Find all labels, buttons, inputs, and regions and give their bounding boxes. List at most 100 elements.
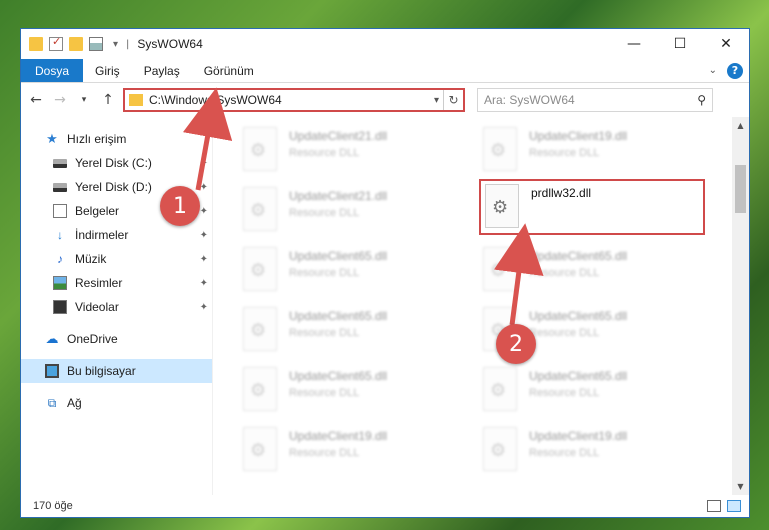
recent-locations-icon[interactable]: ▾ <box>75 95 93 105</box>
content-area: ★ Hızlı erişim Yerel Disk (C:) ✦ Yerel D… <box>21 117 749 495</box>
file-type: Resource DLL <box>289 267 360 279</box>
sidebar-item-downloads[interactable]: ↓ İndirmeler ✦ <box>21 223 212 247</box>
drive-icon <box>53 182 67 192</box>
window-title: SysWOW64 <box>137 37 203 51</box>
file-item-prdllw32[interactable]: prdllw32.dll <box>479 179 705 235</box>
scroll-thumb[interactable] <box>735 165 746 213</box>
tab-home[interactable]: Giriş <box>83 59 132 82</box>
dll-file-icon <box>483 427 517 471</box>
minimize-button[interactable]: — <box>611 29 657 59</box>
dll-file-icon <box>485 184 519 228</box>
sidebar-item-label: Hızlı erişim <box>67 132 127 146</box>
dll-file-icon <box>243 307 277 351</box>
sidebar-item-label: Bu bilgisayar <box>67 364 136 378</box>
sidebar-item-this-pc[interactable]: Bu bilgisayar <box>21 359 212 383</box>
network-icon: ⧉ <box>47 396 57 410</box>
folder-icon <box>129 94 143 106</box>
callout-step-2: 2 <box>496 324 536 364</box>
help-icon[interactable]: ? <box>727 62 743 79</box>
sidebar-item-label: Müzik <box>75 252 107 266</box>
file-item[interactable]: UpdateClient65.dll Resource DLL <box>483 367 703 417</box>
file-name: UpdateClient65.dll <box>289 309 388 323</box>
file-name: UpdateClient65.dll <box>529 369 628 383</box>
dll-file-icon <box>483 367 517 411</box>
maximize-button[interactable]: ☐ <box>657 29 703 59</box>
file-type: Resource DLL <box>529 447 600 459</box>
pin-icon: ✦ <box>199 253 208 265</box>
new-folder-icon[interactable] <box>69 37 83 51</box>
sidebar-item-local-disk-c[interactable]: Yerel Disk (C:) ✦ <box>21 151 212 175</box>
file-item[interactable]: UpdateClient21.dll Resource DLL <box>243 127 463 177</box>
sidebar-item-label: Videolar <box>75 300 119 314</box>
file-item[interactable]: UpdateClient65.dll Resource DLL <box>243 247 463 297</box>
file-name: prdllw32.dll <box>531 186 592 200</box>
file-item[interactable]: UpdateClient65.dll Resource DLL <box>483 247 703 297</box>
scroll-down-icon[interactable]: ▼ <box>732 478 749 495</box>
chevron-down-icon[interactable]: ▾ <box>430 95 443 106</box>
sidebar-item-music[interactable]: ♪ Müzik ✦ <box>21 247 212 271</box>
tab-file[interactable]: Dosya <box>21 59 84 82</box>
file-type: Resource DLL <box>529 147 600 159</box>
search-placeholder[interactable]: Ara: SysWOW64 <box>484 93 575 107</box>
details-view-icon[interactable] <box>707 500 721 512</box>
file-name: UpdateClient19.dll <box>529 129 628 143</box>
view-buttons <box>707 500 741 512</box>
sidebar-item-pictures[interactable]: Resimler ✦ <box>21 271 212 295</box>
pin-icon: ✦ <box>199 181 208 193</box>
file-item[interactable]: UpdateClient65.dll Resource DLL <box>243 307 463 357</box>
sidebar-item-videos[interactable]: Videolar ✦ <box>21 295 212 319</box>
vertical-scrollbar[interactable]: ▲ ▼ <box>732 117 749 495</box>
up-arrow-icon[interactable]: ↑ <box>99 92 117 108</box>
forward-arrow-icon[interactable]: → <box>51 92 69 108</box>
file-item[interactable]: UpdateClient19.dll Resource DLL <box>483 427 703 477</box>
tab-view[interactable]: Görünüm <box>192 59 266 82</box>
item-count: 170 öğe <box>33 500 73 512</box>
address-path[interactable]: C:\Windows\SysWOW64 <box>149 93 282 107</box>
scroll-up-icon[interactable]: ▲ <box>732 117 749 134</box>
file-type: Resource DLL <box>529 327 600 339</box>
sidebar-item-label: OneDrive <box>67 332 118 346</box>
sidebar-item-network[interactable]: ⧉ Ağ <box>21 391 212 415</box>
sidebar-item-onedrive[interactable]: ☁ OneDrive <box>21 327 212 351</box>
downloads-icon: ↓ <box>57 228 63 242</box>
folder-icon[interactable] <box>29 37 43 51</box>
file-item[interactable]: UpdateClient65.dll Resource DLL <box>243 367 463 417</box>
properties-check-icon[interactable] <box>49 35 63 51</box>
dll-file-icon <box>483 247 517 291</box>
dll-file-icon <box>243 127 277 171</box>
sidebar-item-label: Yerel Disk (C:) <box>75 156 152 170</box>
file-type: Resource DLL <box>289 207 360 219</box>
dll-file-icon <box>243 187 277 231</box>
file-name: UpdateClient21.dll <box>289 129 388 143</box>
music-icon: ♪ <box>57 252 63 266</box>
computer-icon <box>45 364 59 378</box>
expand-ribbon-icon[interactable]: ⌄ <box>709 65 717 76</box>
file-item[interactable]: UpdateClient21.dll Resource DLL <box>243 187 463 237</box>
close-button[interactable]: ✕ <box>703 29 749 59</box>
search-input[interactable]: Ara: SysWOW64 ⚲ <box>477 88 713 112</box>
search-icon[interactable]: ⚲ <box>697 93 706 107</box>
file-item[interactable]: UpdateClient19.dll Resource DLL <box>483 127 703 177</box>
sidebar-item-quick-access[interactable]: ★ Hızlı erişim <box>21 127 212 151</box>
file-name: UpdateClient21.dll <box>289 189 388 203</box>
back-arrow-icon[interactable]: ← <box>27 92 45 108</box>
file-name: UpdateClient65.dll <box>529 309 628 323</box>
navigation-pane: ★ Hızlı erişim Yerel Disk (C:) ✦ Yerel D… <box>21 117 213 495</box>
sidebar-item-label: Resimler <box>75 276 123 290</box>
tab-share[interactable]: Paylaş <box>132 59 192 82</box>
address-bar[interactable]: C:\Windows\SysWOW64 ▾ ↻ <box>123 88 465 112</box>
star-icon: ★ <box>46 131 58 146</box>
drive-icon <box>53 158 67 168</box>
file-name: UpdateClient65.dll <box>529 249 628 263</box>
pictures-icon <box>53 276 67 290</box>
ribbon-tabs: Dosya Giriş Paylaş Görünüm ⌄ ? <box>21 59 749 83</box>
customize-toolbar-icon[interactable] <box>89 37 103 51</box>
large-icons-view-icon[interactable] <box>727 500 741 512</box>
chevron-down-icon[interactable]: ▾ <box>113 39 118 50</box>
sidebar-item-label: Ağ <box>67 396 82 410</box>
file-name: UpdateClient19.dll <box>529 429 628 443</box>
file-item[interactable]: UpdateClient19.dll Resource DLL <box>243 427 463 477</box>
sidebar-item-label: Yerel Disk (D:) <box>75 180 152 194</box>
documents-icon <box>53 204 67 218</box>
refresh-icon[interactable]: ↻ <box>443 90 463 110</box>
